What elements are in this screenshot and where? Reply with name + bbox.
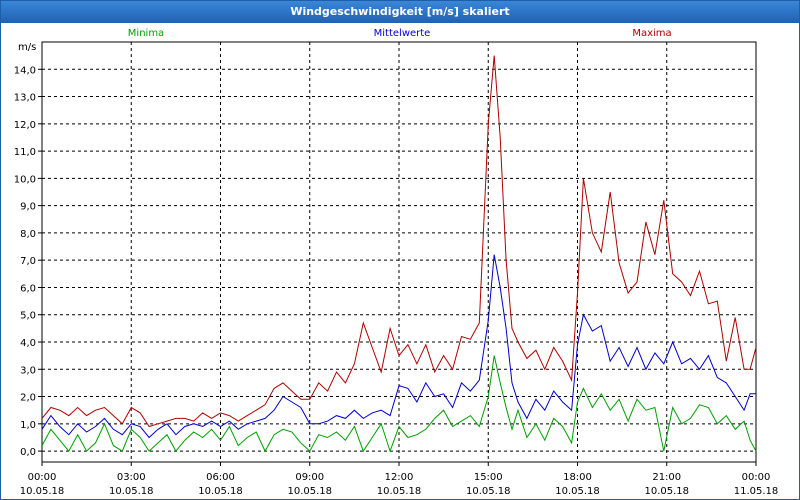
y-tick-label: 1,0 <box>20 420 36 431</box>
y-tick-label: 6,0 <box>20 283 36 294</box>
y-tick-label: 13,0 <box>14 93 36 104</box>
y-axis-label: m/s <box>18 42 36 53</box>
y-tick-label: 14,0 <box>14 65 36 76</box>
y-tick-label: 8,0 <box>20 229 36 240</box>
y-tick-label: 2,0 <box>20 393 36 404</box>
x-tick-time: 09:00 <box>295 472 324 483</box>
x-tick-time: 00:00 <box>742 472 771 483</box>
legend-mittelwerte: Mittelwerte <box>374 28 431 39</box>
y-tick-label: 12,0 <box>14 120 36 131</box>
x-tick-date: 10.05.18 <box>20 486 65 497</box>
x-tick-date: 10.05.18 <box>644 486 689 497</box>
legend-minima: Minima <box>128 28 164 39</box>
x-tick-time: 06:00 <box>206 472 235 483</box>
x-axis-ticks: 00:00 10.05.18 03:00 10.05.18 06:00 10.05.18 0… <box>20 462 779 497</box>
x-tick-date: 11.05.18 <box>734 486 779 497</box>
x-tick-date: 10.05.18 <box>287 486 332 497</box>
x-tick-date: 10.05.18 <box>198 486 243 497</box>
x-tick-date: 10.05.18 <box>377 486 422 497</box>
y-tick-label: 10,0 <box>14 174 36 185</box>
x-tick-time: 15:00 <box>474 472 503 483</box>
y-tick-label: 9,0 <box>20 202 36 213</box>
y-tick-label: 11,0 <box>14 147 36 158</box>
x-tick-date: 10.05.18 <box>466 486 511 497</box>
y-axis-ticks: 0,0 1,0 2,0 3,0 4,0 5,0 6,0 7,0 8,0 9,0 10,0 11,0 12… <box>14 65 42 458</box>
y-tick-label: 5,0 <box>20 311 36 322</box>
y-tick-label: 3,0 <box>20 365 36 376</box>
legend-maxima: Maxima <box>632 28 671 39</box>
x-tick-date: 10.05.18 <box>555 486 600 497</box>
x-tick-date: 10.05.18 <box>109 486 154 497</box>
x-tick-time: 03:00 <box>117 472 146 483</box>
x-tick-time: 18:00 <box>563 472 592 483</box>
y-tick-label: 4,0 <box>20 338 36 349</box>
x-tick-time: 12:00 <box>385 472 414 483</box>
wind-speed-chart: 0,0 1,0 2,0 3,0 4,0 5,0 6,0 7,0 8,0 9,0 10,0 11,0 12… <box>14 28 779 497</box>
x-tick-time: 21:00 <box>652 472 681 483</box>
y-tick-label: 7,0 <box>20 256 36 267</box>
y-tick-label: 0,0 <box>20 447 36 458</box>
x-tick-time: 00:00 <box>28 472 57 483</box>
